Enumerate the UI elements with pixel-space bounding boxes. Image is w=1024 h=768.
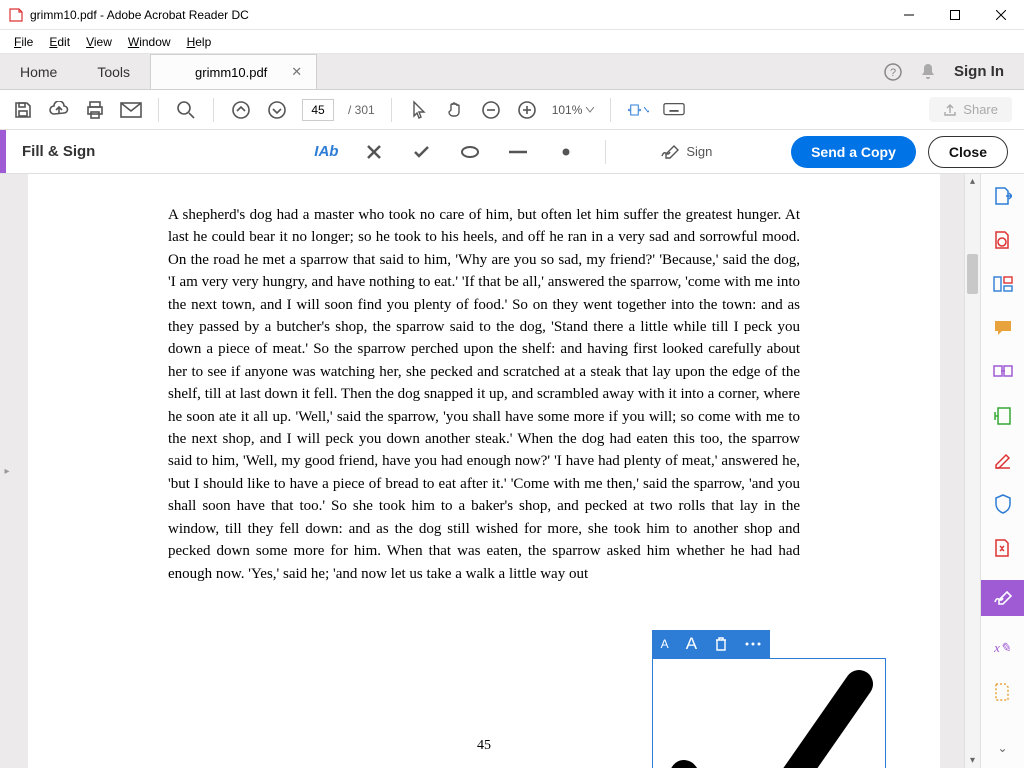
- cloud-icon[interactable]: [48, 99, 70, 121]
- scroll-down-icon[interactable]: ▾: [965, 755, 980, 766]
- page-input[interactable]: [302, 99, 334, 121]
- page-down-icon[interactable]: [266, 99, 288, 121]
- tab-home[interactable]: Home: [0, 54, 77, 89]
- scroll-up-icon[interactable]: ▴: [965, 176, 980, 187]
- save-icon[interactable]: [12, 99, 34, 121]
- protect-icon[interactable]: [991, 492, 1015, 516]
- zoom-in-icon[interactable]: [516, 99, 538, 121]
- hand-icon[interactable]: [444, 99, 466, 121]
- check-tool-icon[interactable]: [411, 141, 433, 163]
- sign-in-link[interactable]: Sign In: [954, 63, 1004, 80]
- send-copy-button[interactable]: Send a Copy: [791, 136, 916, 168]
- fit-width-icon[interactable]: [627, 99, 649, 121]
- page-total: / 301: [348, 103, 375, 117]
- checkmark-annotation[interactable]: [664, 664, 874, 768]
- comment-icon[interactable]: [991, 316, 1015, 340]
- page-body-text: A shepherd's dog had a master who took n…: [168, 204, 800, 585]
- print-icon[interactable]: [84, 99, 106, 121]
- tab-tools[interactable]: Tools: [77, 54, 150, 89]
- zoom-dropdown[interactable]: 101%: [552, 103, 595, 117]
- export-pdf-icon[interactable]: [991, 184, 1015, 208]
- window-title: grimm10.pdf - Adobe Acrobat Reader DC: [30, 8, 249, 22]
- share-button[interactable]: Share: [929, 97, 1012, 122]
- bell-icon[interactable]: [920, 63, 936, 81]
- maximize-button[interactable]: [932, 0, 978, 30]
- page-number: 45: [477, 738, 491, 754]
- separator: [391, 98, 392, 122]
- separator: [158, 98, 159, 122]
- decrease-size-icon[interactable]: A: [661, 637, 669, 651]
- separator: [213, 98, 214, 122]
- line-tool-icon[interactable]: [507, 141, 529, 163]
- separator: [610, 98, 611, 122]
- close-button[interactable]: Close: [928, 136, 1008, 168]
- scrollbar[interactable]: ▴ ▾: [964, 174, 980, 768]
- signature-icon[interactable]: x✎: [991, 636, 1015, 660]
- compress-icon[interactable]: [991, 536, 1015, 560]
- chevron-down-icon[interactable]: ⌄: [991, 736, 1015, 760]
- more-tools-icon[interactable]: [991, 680, 1015, 704]
- scrollbar-thumb[interactable]: [967, 254, 978, 294]
- close-window-button[interactable]: [978, 0, 1024, 30]
- sign-label: Sign: [686, 144, 712, 159]
- organize-icon[interactable]: [991, 404, 1015, 428]
- cross-tool-icon[interactable]: [363, 141, 385, 163]
- tab-document-label: grimm10.pdf: [195, 65, 267, 80]
- help-icon[interactable]: ?: [884, 63, 902, 81]
- redact-icon[interactable]: [991, 448, 1015, 472]
- zoom-out-icon[interactable]: [480, 99, 502, 121]
- fill-sign-accent: [0, 130, 6, 173]
- increase-size-icon[interactable]: A: [686, 634, 697, 654]
- left-panel-toggle[interactable]: ▸: [0, 174, 14, 768]
- share-label: Share: [963, 102, 998, 117]
- fill-sign-panel-icon[interactable]: [981, 580, 1024, 616]
- edit-pdf-icon[interactable]: [991, 272, 1015, 296]
- dot-tool-icon[interactable]: [555, 141, 577, 163]
- app-icon: [8, 7, 24, 23]
- fill-sign-title: Fill & Sign: [22, 143, 95, 160]
- minimize-button[interactable]: [886, 0, 932, 30]
- tab-document[interactable]: grimm10.pdf ✕: [150, 54, 317, 89]
- pointer-icon[interactable]: [408, 99, 430, 121]
- page-up-icon[interactable]: [230, 99, 252, 121]
- circle-tool-icon[interactable]: [459, 141, 481, 163]
- keyboard-icon[interactable]: [663, 99, 685, 121]
- separator: [605, 140, 606, 164]
- svg-text:?: ?: [890, 67, 896, 79]
- menu-view[interactable]: View: [80, 33, 118, 51]
- menu-file[interactable]: File: [8, 33, 39, 51]
- sign-tool[interactable]: Sign: [660, 144, 712, 160]
- text-tool-icon[interactable]: IAb: [315, 141, 337, 163]
- mail-icon[interactable]: [120, 99, 142, 121]
- more-annotation-icon[interactable]: [745, 642, 761, 646]
- create-pdf-icon[interactable]: [991, 228, 1015, 252]
- menu-help[interactable]: Help: [181, 33, 218, 51]
- combine-icon[interactable]: [991, 360, 1015, 384]
- annotation-toolbar[interactable]: A A: [652, 630, 770, 658]
- menu-window[interactable]: Window: [122, 33, 177, 51]
- tab-close-icon[interactable]: ✕: [291, 64, 302, 80]
- menu-edit[interactable]: Edit: [43, 33, 76, 51]
- search-icon[interactable]: [175, 99, 197, 121]
- delete-annotation-icon[interactable]: [714, 636, 728, 652]
